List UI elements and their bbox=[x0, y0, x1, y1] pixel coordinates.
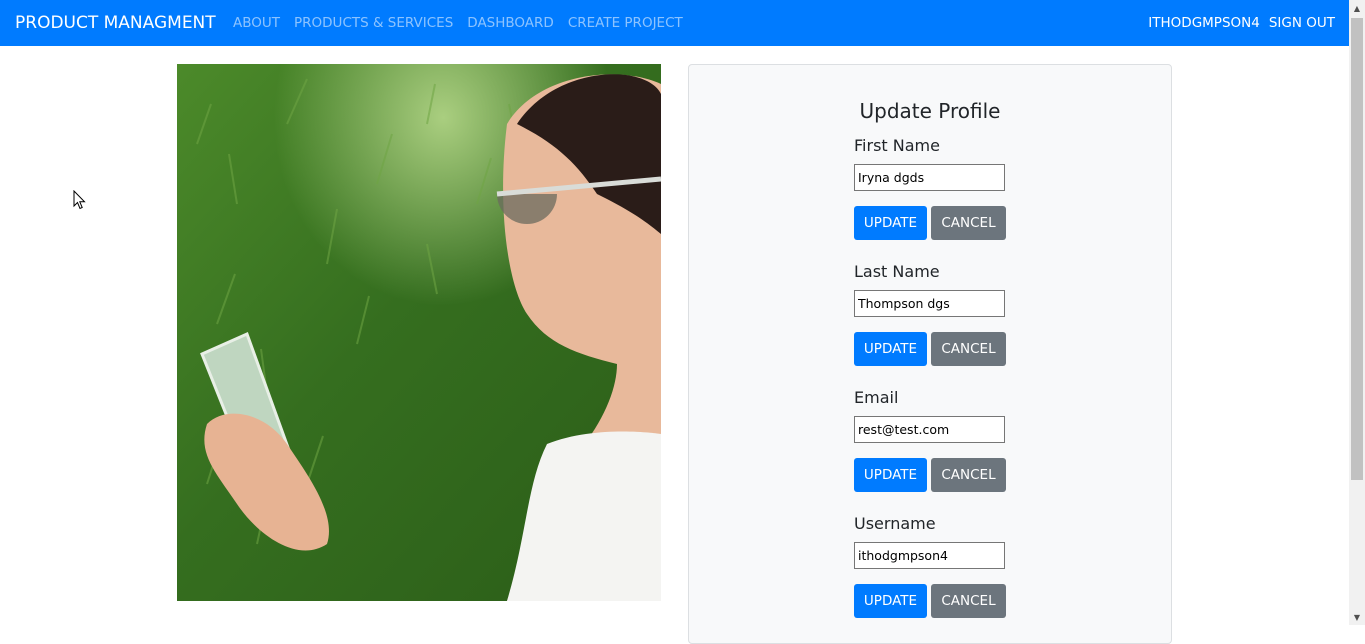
username-label: Username bbox=[854, 514, 936, 533]
last-name-label: Last Name bbox=[854, 262, 940, 281]
nav-products-services-link[interactable]: PRODUCTS & SERVICES bbox=[294, 15, 453, 31]
scrollbar-thumb[interactable] bbox=[1351, 18, 1363, 480]
update-profile-title: Update Profile bbox=[859, 99, 1001, 123]
last-name-actions: UPDATE CANCEL bbox=[854, 332, 1054, 366]
cancel-first-name-button[interactable]: CANCEL bbox=[931, 206, 1006, 240]
profile-photo bbox=[177, 64, 661, 601]
email-input[interactable] bbox=[854, 416, 1005, 443]
cancel-email-button[interactable]: CANCEL bbox=[931, 458, 1006, 492]
cancel-last-name-button[interactable]: CANCEL bbox=[931, 332, 1006, 366]
scroll-up-arrow-icon[interactable]: ▲ bbox=[1349, 0, 1365, 16]
nav-signout-link[interactable]: SIGN OUT bbox=[1269, 15, 1335, 31]
mouse-cursor-icon bbox=[73, 190, 86, 210]
scroll-down-arrow-icon[interactable]: ▼ bbox=[1349, 609, 1365, 625]
first-name-group: First Name UPDATE CANCEL bbox=[854, 136, 1054, 240]
nav-user-area: ITHODGMPSON4 SIGN OUT bbox=[1139, 0, 1335, 46]
first-name-actions: UPDATE CANCEL bbox=[854, 206, 1054, 240]
nav-about-link[interactable]: ABOUT bbox=[233, 15, 280, 31]
last-name-input[interactable] bbox=[854, 290, 1005, 317]
nav-create-project-link[interactable]: CREATE PROJECT bbox=[568, 15, 683, 31]
update-username-button[interactable]: UPDATE bbox=[854, 584, 927, 618]
woman-with-phone-image bbox=[177, 64, 661, 601]
brand-link[interactable]: PRODUCT MANAGMENT bbox=[15, 0, 216, 46]
last-name-group: Last Name UPDATE CANCEL bbox=[854, 262, 1054, 366]
nav-username-link[interactable]: ITHODGMPSON4 bbox=[1148, 15, 1260, 31]
email-group: Email UPDATE CANCEL bbox=[854, 388, 1054, 492]
nav-links: ABOUT PRODUCTS & SERVICES DASHBOARD CREA… bbox=[233, 0, 697, 46]
update-email-button[interactable]: UPDATE bbox=[854, 458, 927, 492]
username-group: Username UPDATE CANCEL bbox=[854, 514, 1054, 618]
first-name-label: First Name bbox=[854, 136, 940, 155]
update-last-name-button[interactable]: UPDATE bbox=[854, 332, 927, 366]
email-label: Email bbox=[854, 388, 899, 407]
page-scrollbar[interactable]: ▲ ▼ bbox=[1349, 0, 1365, 625]
update-first-name-button[interactable]: UPDATE bbox=[854, 206, 927, 240]
cancel-username-button[interactable]: CANCEL bbox=[931, 584, 1006, 618]
nav-dashboard-link[interactable]: DASHBOARD bbox=[467, 15, 554, 31]
top-navbar: PRODUCT MANAGMENT ABOUT PRODUCTS & SERVI… bbox=[0, 0, 1349, 46]
username-input[interactable] bbox=[854, 542, 1005, 569]
email-actions: UPDATE CANCEL bbox=[854, 458, 1054, 492]
update-profile-card: Update Profile First Name UPDATE CANCEL … bbox=[688, 64, 1172, 644]
username-actions: UPDATE CANCEL bbox=[854, 584, 1054, 618]
first-name-input[interactable] bbox=[854, 164, 1005, 191]
